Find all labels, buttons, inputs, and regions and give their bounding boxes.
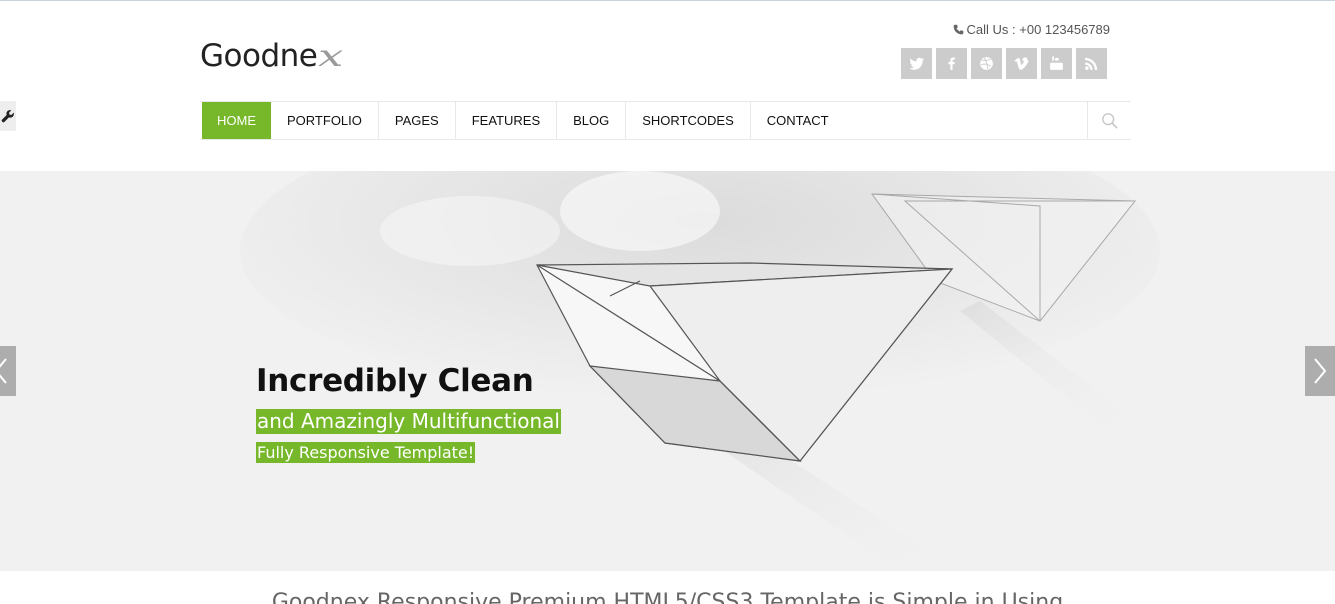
facebook-icon[interactable] bbox=[936, 48, 967, 79]
nav-shortcodes[interactable]: SHORTCODES bbox=[626, 102, 751, 139]
slider-prev-button[interactable] bbox=[0, 346, 16, 396]
main-nav: HOME PORTFOLIO PAGES FEATURES BLOG SHORT… bbox=[200, 101, 1131, 140]
logo-text: Goodne bbox=[200, 38, 318, 74]
twitter-icon[interactable] bbox=[901, 48, 932, 79]
search-button[interactable] bbox=[1087, 102, 1131, 139]
wrench-icon bbox=[1, 110, 14, 123]
logo-mark: x bbox=[318, 39, 343, 74]
nav-features[interactable]: FEATURES bbox=[456, 102, 558, 139]
nav-home[interactable]: HOME bbox=[202, 102, 271, 139]
vimeo-icon[interactable] bbox=[1006, 48, 1037, 79]
top-border bbox=[0, 0, 1335, 1]
social-links bbox=[901, 48, 1107, 79]
slide-tagline: Fully Responsive Template! bbox=[256, 442, 476, 463]
nav-blog[interactable]: BLOG bbox=[557, 102, 627, 139]
site-logo[interactable]: Goodne x bbox=[200, 38, 344, 74]
slide-subtitle: and Amazingly Multifunctional bbox=[256, 409, 561, 434]
chevron-left-icon bbox=[0, 358, 7, 384]
hero-slider: Incredibly Clean and Amazingly Multifunc… bbox=[0, 171, 1335, 571]
phone-icon bbox=[953, 24, 963, 35]
chevron-right-icon bbox=[1314, 358, 1327, 384]
call-us: Call Us : +00 123456789 bbox=[953, 22, 1110, 37]
nav-portfolio[interactable]: PORTFOLIO bbox=[271, 102, 379, 139]
nav-contact[interactable]: CONTACT bbox=[751, 102, 845, 139]
settings-tab[interactable] bbox=[0, 101, 16, 131]
search-icon bbox=[1101, 112, 1118, 129]
rss-icon[interactable] bbox=[1076, 48, 1107, 79]
youtube-icon[interactable] bbox=[1041, 48, 1072, 79]
dribbble-icon[interactable] bbox=[971, 48, 1002, 79]
nav-pages[interactable]: PAGES bbox=[379, 102, 456, 139]
paper-planes-image bbox=[240, 171, 1160, 571]
slide-title: Incredibly Clean bbox=[256, 363, 534, 399]
call-us-text: Call Us : +00 123456789 bbox=[966, 22, 1110, 37]
slider-next-button[interactable] bbox=[1305, 346, 1335, 396]
intro-heading: Goodnex Responsive Premium HTML5/CSS3 Te… bbox=[271, 590, 1064, 604]
